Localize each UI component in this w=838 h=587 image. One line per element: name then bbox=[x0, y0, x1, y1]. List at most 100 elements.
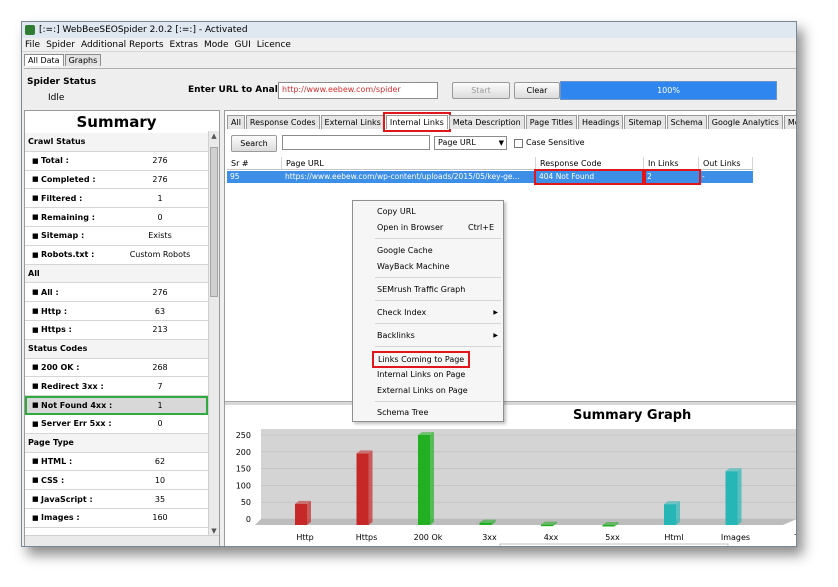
summary-value: Exists bbox=[148, 231, 172, 241]
y-tick-label: 250 bbox=[236, 431, 251, 440]
x-tick-label: Http bbox=[296, 533, 313, 542]
tab-schema[interactable]: Schema bbox=[666, 115, 707, 129]
start-button[interactable]: Start bbox=[452, 82, 510, 99]
app-icon bbox=[25, 25, 35, 35]
menu-internal-links-on-page[interactable]: Internal Links on Page bbox=[377, 370, 465, 379]
search-button[interactable]: Search bbox=[231, 135, 277, 152]
summary-rows: Crawl Status ■ Total :276 ■ Completed :276 ■ F… bbox=[25, 133, 208, 528]
case-sensitive-checkbox[interactable] bbox=[514, 139, 523, 148]
plot-floor bbox=[255, 519, 796, 525]
tab-headings[interactable]: Headings bbox=[577, 115, 624, 129]
context-menu: Copy URL Open in Browser Ctrl+E Google C… bbox=[352, 200, 504, 422]
scroll-up-icon[interactable]: ▲ bbox=[210, 132, 218, 141]
tab-internal-links[interactable]: Internal Links bbox=[382, 112, 451, 132]
col-in-links[interactable]: In Links bbox=[644, 157, 699, 169]
bullet-icon: ■ bbox=[32, 231, 39, 240]
x-tick-label: 3xx bbox=[482, 533, 497, 542]
bullet-icon: ■ bbox=[32, 401, 39, 410]
bar bbox=[664, 504, 676, 525]
col-response-code[interactable]: Response Code bbox=[536, 157, 644, 169]
menu-additional-reports[interactable]: Additional Reports bbox=[78, 40, 167, 50]
summary-value: 0 bbox=[157, 212, 163, 222]
y-tick-label: 200 bbox=[236, 448, 251, 457]
tab-meta-description[interactable]: Meta Description bbox=[448, 115, 525, 129]
summary-value: 0 bbox=[157, 419, 163, 429]
menu-licence[interactable]: Licence bbox=[254, 40, 294, 50]
menu-gui[interactable]: GUI bbox=[232, 40, 254, 50]
split-divider[interactable] bbox=[225, 401, 796, 405]
summary-label: CSS : bbox=[41, 475, 65, 485]
chevron-down-icon: ▼ bbox=[498, 139, 504, 147]
summary-row: ■ Https : 213 bbox=[25, 321, 208, 340]
tab-response-codes[interactable]: Response Codes bbox=[245, 115, 320, 129]
menu-wayback-machine[interactable]: WayBack Machine bbox=[377, 262, 450, 271]
legend-label: Page Type bbox=[632, 546, 672, 547]
bullet-icon: ■ bbox=[32, 250, 39, 259]
menu-links-coming-to-page[interactable]: Links Coming to Page bbox=[371, 351, 471, 368]
menu-google-cache[interactable]: Google Cache bbox=[377, 246, 433, 255]
cell-page-url: https://www.eebew.com/wp-content/uploads… bbox=[285, 172, 520, 181]
tab-all[interactable]: All bbox=[227, 115, 245, 129]
summary-hscrollbar[interactable] bbox=[25, 535, 219, 546]
menu-check-index[interactable]: Check Index bbox=[377, 308, 426, 317]
bar bbox=[418, 434, 430, 525]
col-sr[interactable]: Sr # bbox=[227, 157, 282, 169]
tab-page-titles[interactable]: Page Titles bbox=[525, 115, 577, 129]
col-out-links[interactable]: Out Links bbox=[699, 157, 753, 169]
bar-side bbox=[676, 501, 680, 525]
summary-value: Custom Robots bbox=[129, 250, 191, 260]
summary-row: ■ Completed : 276 bbox=[25, 171, 208, 190]
bar bbox=[725, 471, 738, 525]
url-input[interactable]: http://www.eebew.com/spider bbox=[278, 82, 438, 99]
x-tick-label: Html bbox=[664, 533, 683, 542]
summary-row: ■ Redirect 3xx : 7 bbox=[25, 377, 208, 397]
bar-side bbox=[430, 431, 434, 525]
search-field-select[interactable]: Page URL ▼ bbox=[434, 136, 507, 150]
menu-extras[interactable]: Extras bbox=[167, 40, 201, 50]
summary-row: ■ Robots.txt : Custom Robots bbox=[25, 246, 208, 265]
menu-separator bbox=[375, 277, 501, 278]
clear-button[interactable]: Clear bbox=[514, 82, 560, 99]
menu-mode[interactable]: Mode bbox=[201, 40, 232, 50]
tab-graphs[interactable]: Graphs bbox=[64, 54, 102, 66]
summary-label: JavaScript : bbox=[41, 494, 93, 504]
summary-label: Remaining : bbox=[41, 212, 95, 222]
summary-scrollbar[interactable]: ▲ ▼ bbox=[208, 131, 219, 537]
summary-label: All : bbox=[41, 287, 59, 297]
tab-sitemap[interactable]: Sitemap bbox=[624, 115, 666, 129]
summary-value: 276 bbox=[152, 287, 168, 297]
window-title: [:=:] WebBeeSEOSpider 2.0.2 [:=:] - Acti… bbox=[39, 25, 248, 35]
summary-label: Completed : bbox=[41, 174, 96, 184]
menu-semrush-traffic-graph[interactable]: SEMrush Traffic Graph bbox=[377, 285, 465, 294]
cell-out-links: - bbox=[702, 172, 705, 181]
menu-separator bbox=[375, 238, 501, 239]
summary-value: 7 bbox=[157, 381, 163, 391]
menu-open-in-browser[interactable]: Open in Browser bbox=[377, 223, 443, 232]
summary-label: Images : bbox=[41, 513, 80, 523]
menu-external-links-on-page[interactable]: External Links on Page bbox=[377, 386, 468, 395]
scroll-thumb[interactable] bbox=[210, 147, 218, 297]
bullet-icon: ■ bbox=[32, 213, 39, 222]
header-panel: Spider Status Idle Enter URL to Analyse … bbox=[24, 68, 796, 110]
summary-value: 276 bbox=[152, 156, 168, 166]
summary-section: All bbox=[25, 264, 208, 284]
bar-side bbox=[307, 500, 311, 525]
tab-meta-robots[interactable]: Meta Robots bbox=[783, 115, 796, 129]
menu-schema-tree[interactable]: Schema Tree bbox=[377, 408, 428, 417]
menu-spider[interactable]: Spider bbox=[43, 40, 78, 50]
search-input[interactable] bbox=[282, 135, 430, 150]
menu-backlinks[interactable]: Backlinks bbox=[377, 331, 415, 340]
bullet-icon: ■ bbox=[32, 363, 39, 372]
summary-value: 213 bbox=[152, 325, 168, 335]
menu-file[interactable]: File bbox=[22, 40, 43, 50]
tab-external-links[interactable]: External Links bbox=[320, 115, 385, 129]
summary-label: Sitemap : bbox=[41, 231, 85, 241]
col-page-url[interactable]: Page URL bbox=[282, 157, 536, 169]
tab-all-data[interactable]: All Data bbox=[24, 54, 64, 66]
table-row[interactable]: 95 https://www.eebew.com/wp-content/uplo… bbox=[227, 169, 753, 185]
bar bbox=[479, 522, 492, 525]
bar bbox=[602, 525, 615, 527]
menu-copy-url[interactable]: Copy URL bbox=[377, 207, 416, 216]
tab-google-analytics[interactable]: Google Analytics bbox=[707, 115, 783, 129]
bullet-icon: ■ bbox=[32, 476, 39, 485]
